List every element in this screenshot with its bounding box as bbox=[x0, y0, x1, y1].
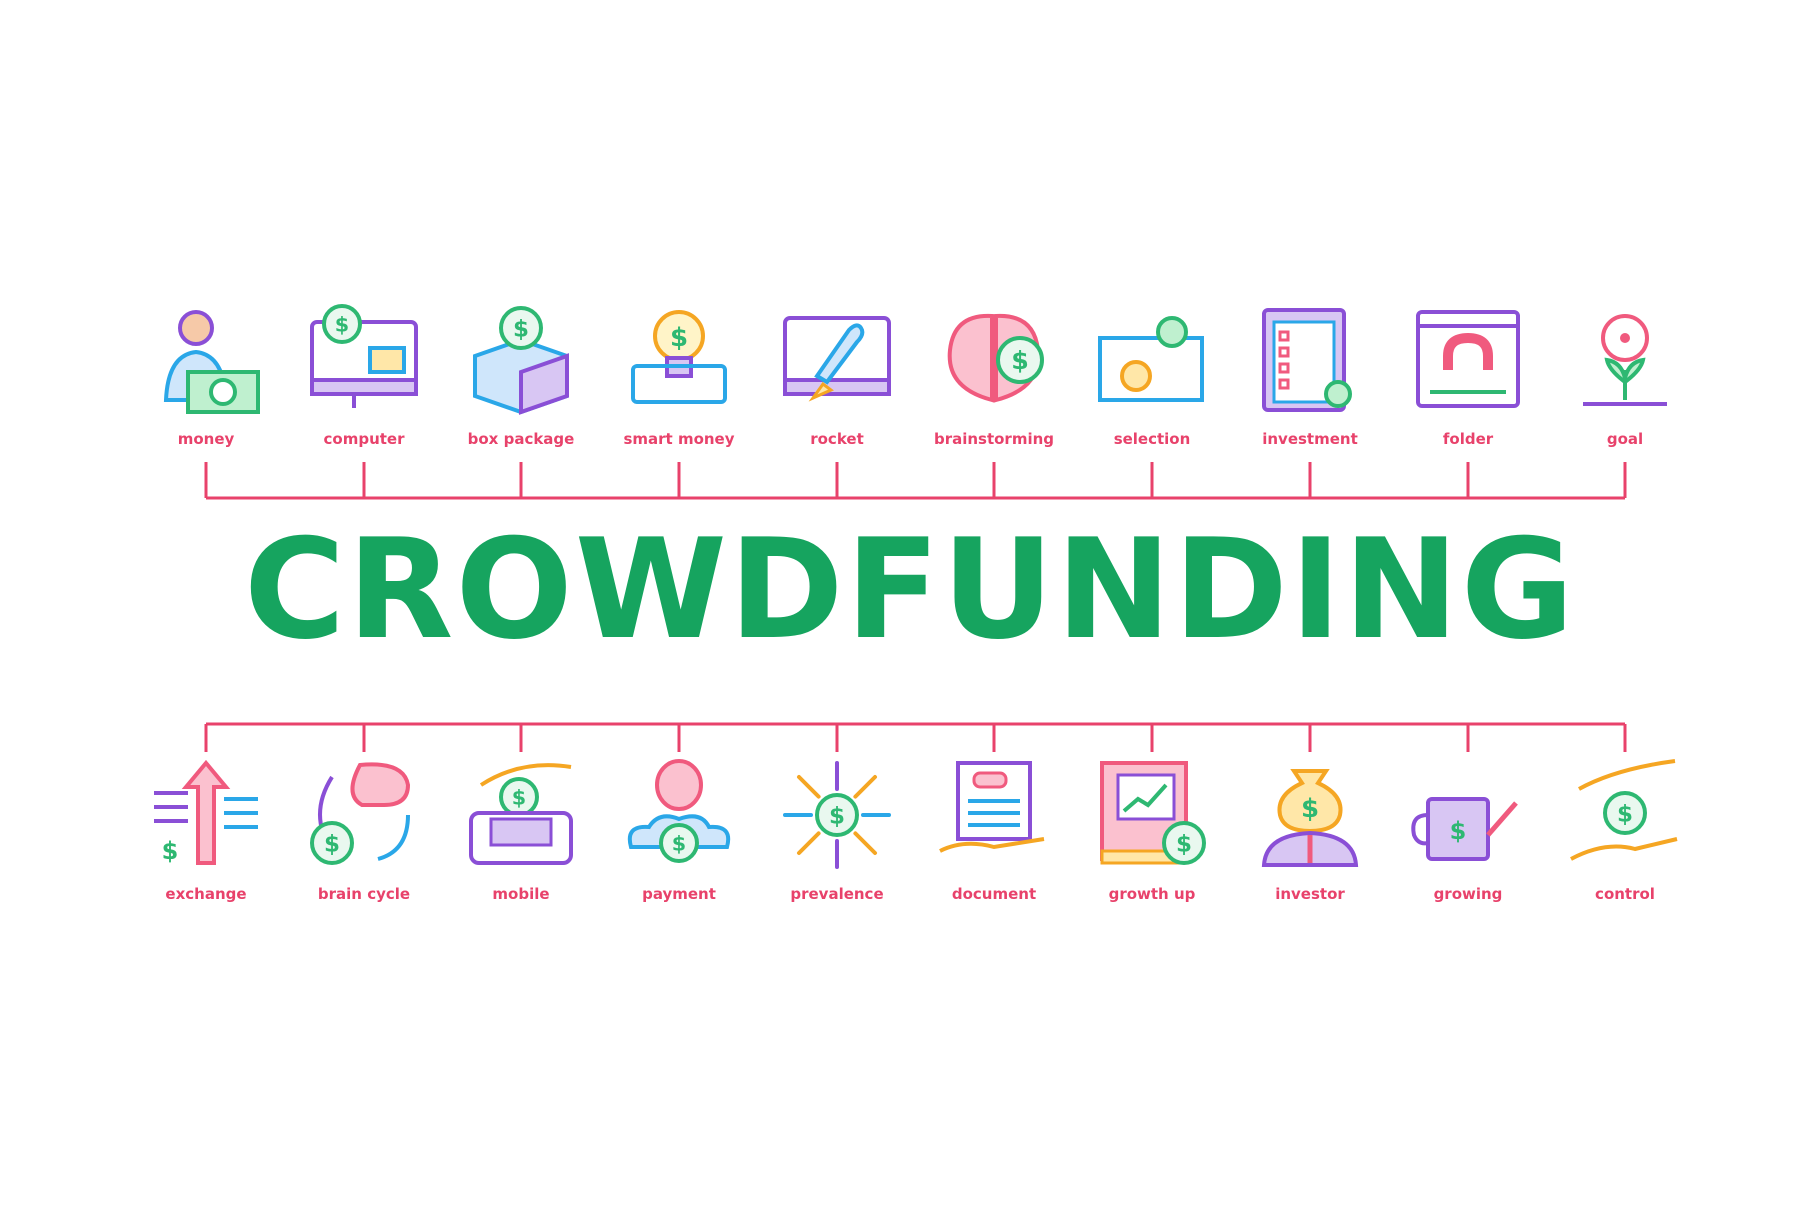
rocket-monitor-icon bbox=[783, 316, 891, 402]
svg-text:$: $ bbox=[1301, 794, 1319, 824]
top-label: smart money bbox=[623, 430, 735, 448]
watering-can-icon: $ bbox=[1411, 797, 1518, 861]
top-label: box package bbox=[467, 430, 575, 448]
target-gear-icon bbox=[1098, 316, 1204, 402]
svg-text:$: $ bbox=[512, 786, 526, 810]
infographic: CROWDFUNDING money $ computer $ box package $… bbox=[0, 0, 1820, 1214]
svg-text:$: $ bbox=[672, 832, 686, 856]
top-label: brainstorming bbox=[933, 430, 1055, 448]
svg-text:$: $ bbox=[1011, 346, 1029, 375]
lightbulb-coin-icon: $ bbox=[631, 310, 727, 404]
bottom-label: prevalence bbox=[790, 885, 884, 903]
top-label: selection bbox=[1113, 430, 1191, 448]
box-coin-icon: $ bbox=[473, 306, 569, 415]
bottom-label: growth up bbox=[1108, 885, 1196, 903]
brain-coin-icon: $ bbox=[947, 313, 1044, 403]
balloon-coin-icon: $ bbox=[627, 759, 731, 863]
target-plant-icon bbox=[1583, 314, 1667, 406]
bottom-label: control bbox=[1595, 885, 1655, 903]
svg-text:$: $ bbox=[1176, 831, 1192, 857]
svg-text:$: $ bbox=[670, 323, 688, 353]
bottom-label: growing bbox=[1433, 885, 1503, 903]
brain-cycle-icon: $ bbox=[310, 762, 411, 865]
bottom-label: investor bbox=[1275, 885, 1345, 903]
top-label: folder bbox=[1442, 430, 1494, 448]
coin-arrows-icon: $ bbox=[783, 761, 891, 869]
moneybag-head-icon: $ bbox=[1261, 769, 1359, 867]
svg-text:$: $ bbox=[829, 803, 845, 829]
bottom-label: exchange bbox=[165, 885, 247, 903]
top-label: computer bbox=[323, 430, 405, 448]
svg-text:$: $ bbox=[513, 316, 529, 342]
svg-text:$: $ bbox=[1450, 817, 1467, 845]
bottom-label: document bbox=[951, 885, 1037, 903]
bottom-label: payment bbox=[642, 885, 716, 903]
svg-text:$: $ bbox=[162, 837, 179, 865]
svg-text:$: $ bbox=[1617, 801, 1633, 827]
top-label: money bbox=[177, 430, 235, 448]
mobile-hand-coin-icon: $ bbox=[469, 763, 573, 865]
bottom-label: mobile bbox=[492, 885, 550, 903]
bottom-label: brain cycle bbox=[317, 885, 411, 903]
computer-briefcase-icon: $ bbox=[310, 304, 418, 408]
svg-text:$: $ bbox=[335, 313, 349, 337]
businessman-money-icon bbox=[163, 310, 260, 414]
hands-coin-icon: $ bbox=[1570, 759, 1678, 861]
magnet-window-icon bbox=[1416, 310, 1520, 408]
top-label: rocket bbox=[810, 430, 864, 448]
main-title: CROWDFUNDING bbox=[243, 509, 1577, 670]
top-label: goal bbox=[1606, 430, 1644, 448]
up-arrow-exchange-icon: $ bbox=[154, 759, 258, 865]
book-chart-icon: $ bbox=[1100, 761, 1206, 865]
top-label: investment bbox=[1262, 430, 1358, 448]
hand-document-icon bbox=[939, 761, 1045, 853]
clipboard-check-icon bbox=[1262, 308, 1352, 412]
svg-text:$: $ bbox=[324, 831, 340, 857]
